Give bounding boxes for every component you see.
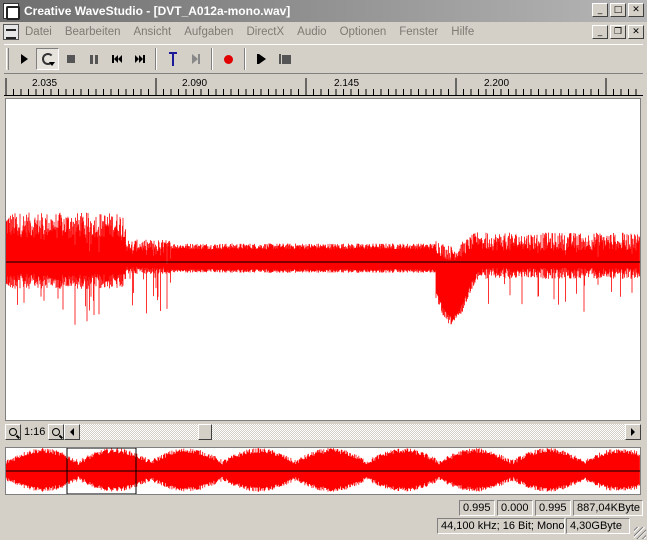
close-button[interactable]: ✕ — [628, 3, 644, 17]
skip-back-button[interactable] — [105, 48, 128, 70]
menu-directx[interactable]: DirectX — [246, 26, 284, 38]
selection-length: 0.000 — [497, 500, 533, 516]
minimize-button[interactable]: _ — [592, 3, 608, 17]
document-icon[interactable] — [3, 24, 19, 40]
transport-toolbar — [4, 44, 643, 74]
arrow-left-icon — [70, 427, 75, 436]
time-ruler[interactable]: 2.035 2.090 2.145 2.200 — [4, 76, 643, 96]
stop-icon — [66, 55, 75, 63]
scroll-left-button[interactable] — [64, 423, 81, 440]
play-to-marker-button[interactable] — [184, 48, 207, 70]
magnifier-icon — [52, 427, 61, 436]
record-icon — [224, 54, 233, 64]
audio-format: 44,100 kHz; 16 Bit; Mono — [437, 518, 565, 534]
zoom-in-button[interactable] — [48, 423, 65, 440]
arrow-right-icon — [631, 427, 635, 436]
resize-grip[interactable] — [634, 527, 646, 539]
play-selection-icon — [257, 54, 266, 64]
menu-optionen[interactable]: Optionen — [340, 26, 387, 38]
magnifier-icon — [9, 427, 17, 436]
stop-selection-icon — [278, 54, 291, 64]
window-title: Creative WaveStudio - [DVT_A012a-mono.wa… — [24, 4, 291, 18]
overview-graph — [6, 448, 640, 494]
marker-button[interactable] — [161, 48, 184, 70]
toolbar-separator — [211, 48, 213, 70]
doc-minimize-button[interactable]: _ — [592, 25, 608, 39]
marker-icon — [168, 52, 178, 66]
menu-audio[interactable]: Audio — [297, 26, 326, 38]
waveform-view[interactable] — [5, 98, 641, 421]
menu-datei[interactable]: Datei — [25, 26, 52, 38]
toolbar-grip[interactable] — [6, 48, 9, 70]
loop-arrow-icon — [49, 62, 55, 66]
zoom-level: 1:16 — [24, 425, 46, 438]
title-bar: Creative WaveStudio - [DVT_A012a-mono.wa… — [0, 0, 647, 22]
document-window-controls: _ ❐ ✕ — [592, 25, 644, 39]
skip-forward-button[interactable] — [128, 48, 151, 70]
doc-close-button[interactable]: ✕ — [628, 25, 644, 39]
play-to-marker-icon — [191, 54, 200, 64]
record-button[interactable] — [217, 48, 240, 70]
zoom-out-button[interactable] — [5, 423, 21, 440]
selection-start: 0.995 — [459, 500, 495, 516]
waveform-graph — [6, 212, 640, 325]
stop-button[interactable] — [59, 48, 82, 70]
toolbar-separator — [155, 48, 157, 70]
skip-back-icon — [111, 55, 122, 63]
play-button[interactable] — [13, 48, 36, 70]
file-size: 887,04KByte — [573, 500, 643, 516]
selection-end: 0.995 — [535, 500, 571, 516]
status-bar: 0.995 0.000 0.995 887,04KByte 44,100 kHz… — [0, 497, 647, 540]
horizontal-scrollbar-track[interactable] — [80, 423, 625, 440]
toolbar-separator — [244, 48, 246, 70]
window-controls: _ □ ✕ — [592, 3, 644, 17]
ruler-label-1: 2.035 — [32, 78, 58, 89]
pause-icon — [89, 54, 98, 64]
ruler-label-3: 2.145 — [334, 78, 360, 89]
menu-aufgaben[interactable]: Aufgaben — [184, 26, 233, 38]
app-icon[interactable] — [3, 3, 20, 20]
loop-play-button[interactable] — [36, 48, 59, 70]
scroll-right-button[interactable] — [625, 423, 641, 440]
disk-free: 4,30GByte — [566, 518, 630, 534]
ruler-label-2: 2.090 — [182, 78, 208, 89]
menu-fenster[interactable]: Fenster — [399, 26, 438, 38]
menu-bearbeiten[interactable]: Bearbeiten — [65, 26, 121, 38]
doc-restore-button[interactable]: ❐ — [610, 25, 626, 39]
stop-selection-button[interactable] — [273, 48, 296, 70]
skip-forward-icon — [134, 55, 145, 63]
zoom-scroll-bar: 1:16 — [5, 423, 641, 440]
horizontal-scrollbar-thumb[interactable] — [198, 423, 213, 440]
menu-ansicht[interactable]: Ansicht — [133, 26, 171, 38]
menu-bar: Datei Bearbeiten Ansicht Aufgaben Direct… — [0, 22, 647, 42]
ruler-ticks — [5, 78, 637, 95]
maximize-button[interactable]: □ — [610, 3, 626, 17]
pause-button[interactable] — [82, 48, 105, 70]
play-selection-button[interactable] — [250, 48, 273, 70]
play-icon — [21, 54, 28, 64]
overview-waveform[interactable] — [5, 447, 641, 495]
menu-hilfe[interactable]: Hilfe — [451, 26, 474, 38]
ruler-label-4: 2.200 — [484, 78, 510, 89]
